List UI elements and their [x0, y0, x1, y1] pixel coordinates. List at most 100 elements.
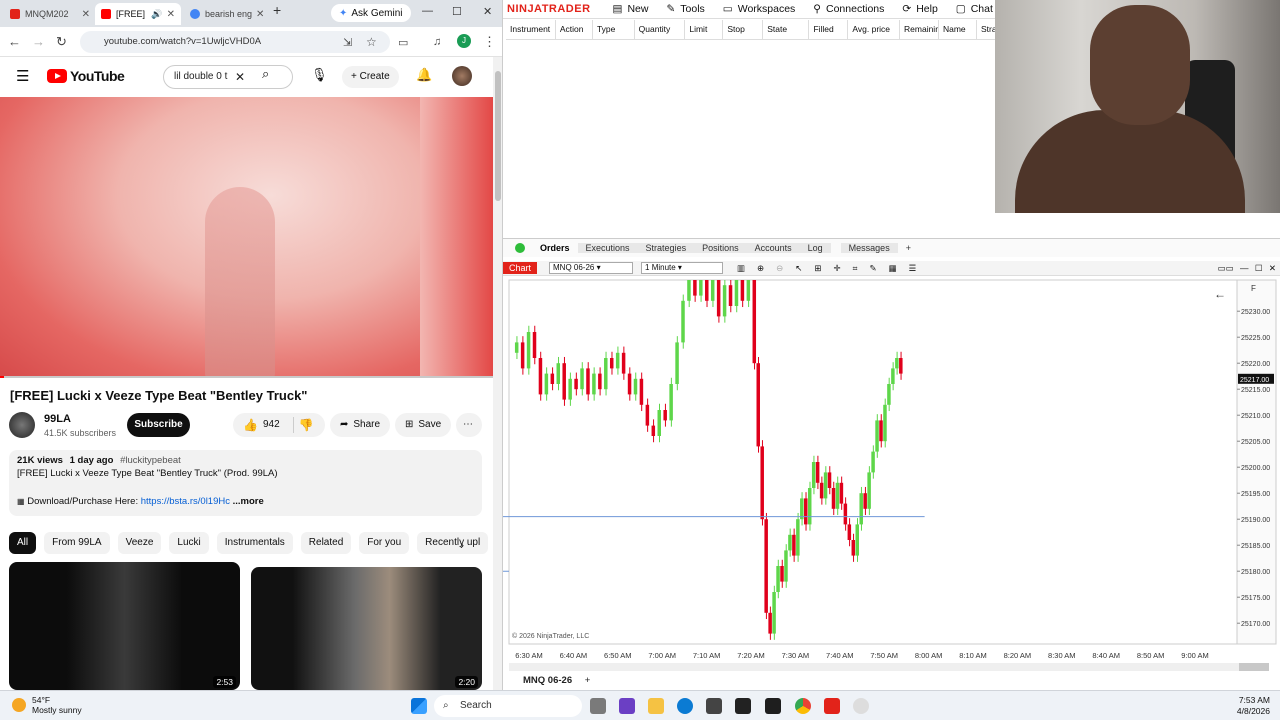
- windows-start-icon[interactable]: [411, 698, 427, 714]
- tab-accounts[interactable]: Accounts: [746, 243, 800, 253]
- edge-icon[interactable]: [677, 698, 693, 714]
- minimize-icon[interactable]: —: [1240, 263, 1249, 273]
- ninjatrader-taskbar-icon[interactable]: [824, 698, 840, 714]
- tab-orders[interactable]: Orders: [532, 243, 578, 253]
- more-link[interactable]: ...more: [233, 496, 264, 507]
- forward-arrow-icon[interactable]: →: [32, 34, 45, 49]
- recommended-thumbnail[interactable]: 2:53: [9, 562, 240, 690]
- file-explorer-icon[interactable]: [648, 698, 664, 714]
- video-progress-bar[interactable]: [0, 376, 493, 378]
- pointer-icon[interactable]: ↖: [795, 263, 802, 274]
- new-tab-button[interactable]: +: [273, 2, 281, 18]
- menu-workspaces[interactable]: ▭ Workspaces: [723, 3, 796, 15]
- search-icon[interactable]: ⌕: [262, 66, 269, 82]
- menu-chat[interactable]: ▢ Chat: [956, 3, 993, 15]
- share-button[interactable]: ➦ Share: [330, 413, 391, 437]
- media-control-icon[interactable]: ♫: [433, 36, 441, 48]
- filter-chip[interactable]: Lucki: [169, 532, 209, 554]
- youtube-search-input[interactable]: lil double 0 t ✕: [163, 65, 293, 89]
- bookmark-star-icon[interactable]: ☆: [366, 35, 377, 49]
- back-arrow-icon[interactable]: ←: [8, 34, 21, 49]
- settings-gear-icon[interactable]: [853, 698, 869, 714]
- price-chart[interactable]: 25230.00 25225.00 25220.00 25215.00 25210.00…: [503, 276, 1280, 674]
- video-player[interactable]: ☝: [0, 97, 493, 378]
- hotkeys-icon[interactable]: ⌗: [853, 263, 858, 274]
- terminal-icon[interactable]: [765, 698, 781, 714]
- like-count[interactable]: 942: [263, 413, 280, 437]
- orders-column-header[interactable]: Instrument: [506, 20, 556, 39]
- minimize-icon[interactable]: —: [422, 5, 433, 17]
- add-chart-tab-icon[interactable]: +: [585, 675, 591, 686]
- hashtag-link[interactable]: #luckitypebeat: [120, 455, 181, 466]
- chart-instrument-tab[interactable]: MNQ 06-26 +: [523, 675, 590, 686]
- page-scrollbar[interactable]: [493, 57, 502, 690]
- zoom-out-icon[interactable]: ⊖: [776, 263, 783, 274]
- instrument-selector[interactable]: MNQ 06-26 ▾: [549, 262, 634, 274]
- system-clock[interactable]: 7:53 AM 4/8/2026: [1237, 695, 1270, 717]
- youtube-logo[interactable]: YouTube: [47, 68, 125, 84]
- install-app-icon[interactable]: ⇲: [343, 36, 352, 49]
- channel-name[interactable]: 99LA: [44, 413, 71, 425]
- tab-google-search[interactable]: bearish eng ✕: [184, 3, 264, 25]
- profile-avatar-icon[interactable]: J: [457, 34, 471, 48]
- orders-column-header[interactable]: Strat: [977, 20, 996, 39]
- close-window-icon[interactable]: ✕: [483, 5, 492, 18]
- orders-column-header[interactable]: Avg. price: [848, 20, 901, 39]
- filter-chip[interactable]: Veeze: [117, 532, 162, 554]
- back-arrow-icon[interactable]: ←: [1214, 287, 1226, 301]
- close-icon[interactable]: ✕: [78, 9, 90, 20]
- filter-chip[interactable]: From 99LA: [44, 532, 110, 554]
- cast-icon[interactable]: ▭: [398, 36, 408, 49]
- tab-ninjatrader[interactable]: MNQM202 ✕: [4, 3, 96, 25]
- teams-icon[interactable]: [619, 698, 635, 714]
- add-tab-icon[interactable]: +: [898, 243, 919, 253]
- maximize-icon[interactable]: ☐: [452, 5, 462, 18]
- task-view-icon[interactable]: [590, 698, 606, 714]
- filter-chip[interactable]: For you: [359, 532, 410, 554]
- video-description[interactable]: 21K views 1 day ago #luckitypebeat [FREE…: [9, 450, 482, 516]
- menu-tools[interactable]: ✎ Tools: [666, 3, 704, 15]
- media-app-icon[interactable]: [735, 698, 751, 714]
- close-icon[interactable]: ✕: [163, 9, 175, 20]
- recommended-thumbnail[interactable]: 2:20: [251, 567, 482, 690]
- ask-gemini-button[interactable]: ✦ Ask Gemini: [331, 4, 411, 22]
- filter-chip[interactable]: All: [9, 532, 37, 554]
- channel-avatar[interactable]: [9, 412, 35, 438]
- speaker-icon[interactable]: 🔊: [151, 9, 162, 20]
- crosshair-icon[interactable]: ✛: [834, 263, 841, 274]
- reload-icon[interactable]: ↻: [56, 34, 67, 50]
- orders-column-header[interactable]: State: [763, 20, 810, 39]
- tile-icon[interactable]: ▭▭: [1218, 263, 1234, 273]
- interval-selector[interactable]: 1 Minute ▾: [641, 262, 724, 274]
- orders-column-header[interactable]: Action: [556, 20, 593, 39]
- notifications-bell-icon[interactable]: 🔔: [416, 67, 432, 83]
- orders-column-header[interactable]: Type: [593, 20, 635, 39]
- tab-log[interactable]: Log: [799, 243, 831, 253]
- orders-column-header[interactable]: Filled: [809, 20, 849, 39]
- zoom-in-icon[interactable]: ⊕: [757, 263, 764, 274]
- thumbs-up-icon[interactable]: 👍: [243, 413, 258, 437]
- orders-column-header[interactable]: Remaining: [900, 20, 939, 39]
- create-button[interactable]: + Create: [342, 66, 399, 88]
- more-menu-icon[interactable]: ⋮: [483, 34, 496, 50]
- properties-icon[interactable]: ☰: [909, 263, 917, 274]
- save-button[interactable]: ⊞ Save: [395, 413, 452, 437]
- bar-type-icon[interactable]: ▥: [737, 263, 745, 274]
- menu-help[interactable]: ⟳ Help: [902, 3, 937, 15]
- close-icon[interactable]: ✕: [252, 9, 264, 20]
- more-actions-button[interactable]: ⋯: [456, 413, 482, 437]
- filter-chip[interactable]: Instrumentals: [216, 532, 293, 554]
- clear-search-icon[interactable]: ✕: [235, 66, 245, 88]
- hamburger-menu-icon[interactable]: ☰: [16, 67, 29, 85]
- tab-messages[interactable]: Messages: [840, 243, 898, 253]
- tab-youtube[interactable]: [FREE] 🔊 ✕: [95, 3, 181, 25]
- tab-positions[interactable]: Positions: [694, 243, 747, 253]
- menu-new[interactable]: ▤ New: [613, 3, 649, 15]
- chrome-icon[interactable]: [795, 698, 811, 714]
- drawing-tools-icon[interactable]: ✎: [869, 263, 876, 274]
- tab-strategies[interactable]: Strategies: [637, 243, 695, 253]
- orders-column-header[interactable]: Name: [939, 20, 977, 39]
- maximize-icon[interactable]: ☐: [1255, 263, 1263, 273]
- thumbs-down-icon[interactable]: 👎: [299, 413, 314, 437]
- weather-widget[interactable]: 54°F Mostly sunny: [12, 695, 82, 715]
